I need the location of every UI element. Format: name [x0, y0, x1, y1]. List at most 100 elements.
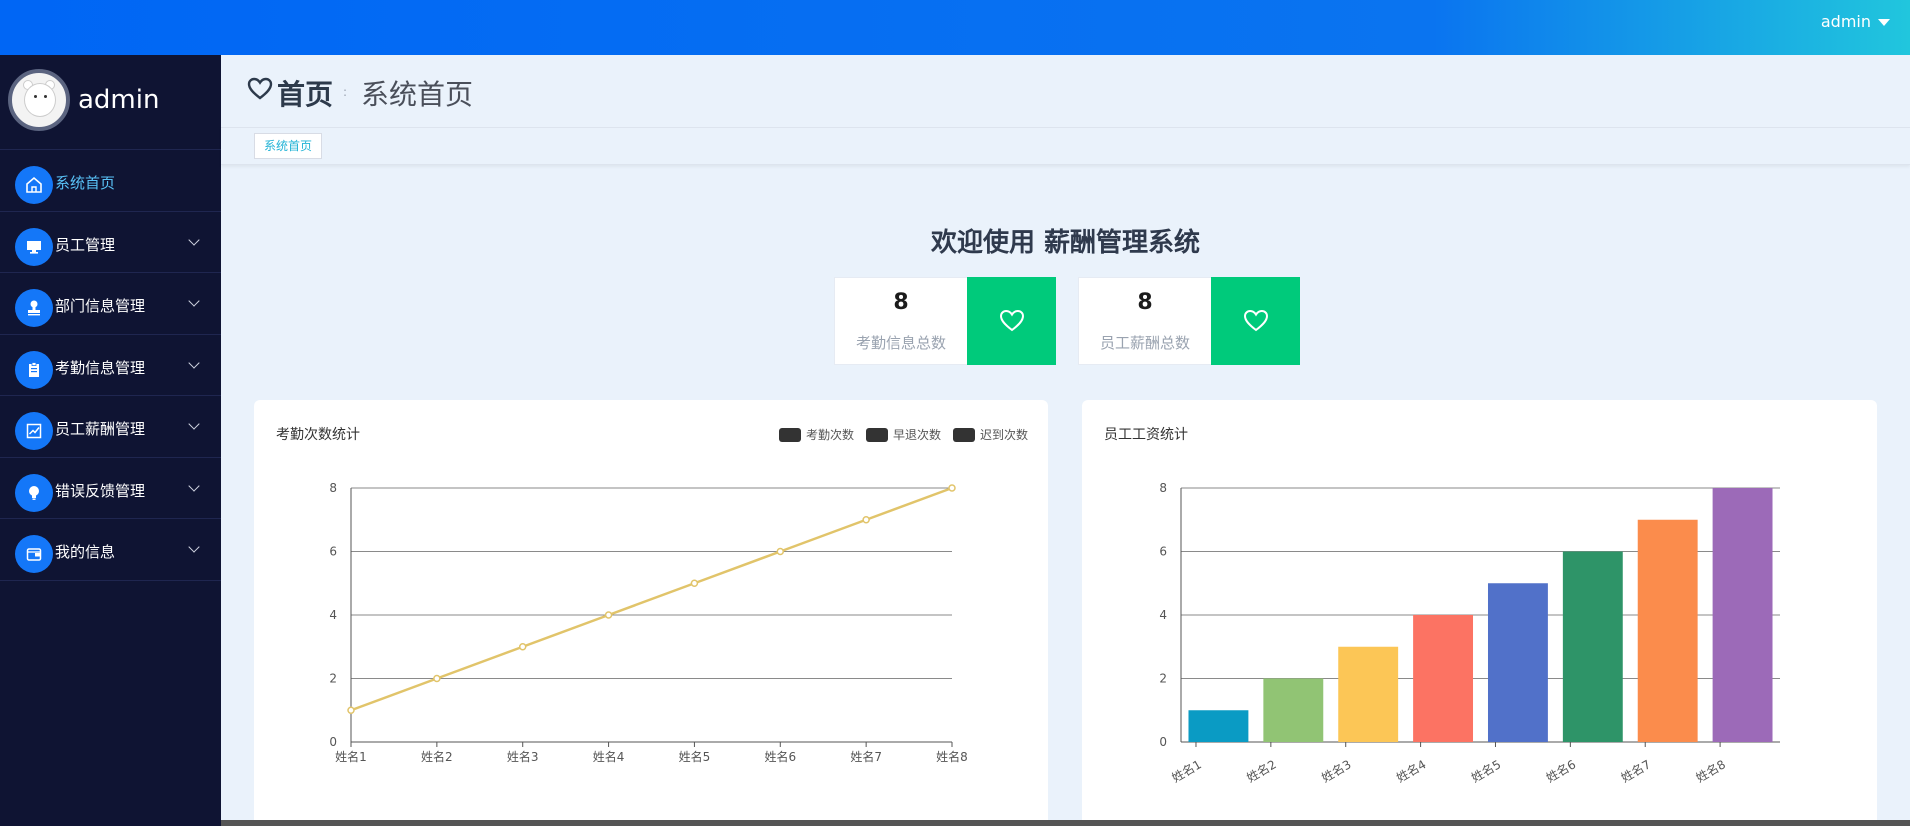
sidebar-item-label: 错误反馈管理: [55, 481, 146, 500]
sidebar-item-label: 系统首页: [55, 174, 116, 192]
bear-eye-icon: [34, 95, 37, 98]
x-tick-label: 姓名4: [1394, 756, 1429, 785]
page-header: 首页 : 系统首页: [221, 55, 1910, 127]
sidebar-item-salary[interactable]: 员工薪酬管理: [0, 396, 221, 458]
salary-chart-panel: 员工工资统计 0 2 4 6 8 姓名1 姓名2 姓名3 姓名4 姓名5 姓名6 姓名7 姓名8: [1082, 400, 1877, 826]
data-point: [862, 516, 870, 524]
y-tick-label: 6: [329, 545, 337, 559]
y-tick-label: 4: [329, 608, 337, 622]
x-tick-label: 姓名8: [1693, 756, 1728, 785]
data-point: [347, 706, 355, 714]
data-point: [690, 579, 699, 587]
y-tick-label: 0: [329, 735, 337, 749]
profile-block: admin: [0, 55, 221, 150]
breadcrumb-separator: :: [343, 85, 348, 99]
series-line: [350, 486, 953, 712]
y-tick-label: 2: [329, 672, 337, 686]
user-menu-dropdown[interactable]: admin: [1821, 12, 1890, 31]
x-tick-label: 姓名5: [1468, 756, 1503, 785]
x-tick-label: 姓名3: [507, 749, 539, 764]
y-tick-label: 4: [1159, 608, 1167, 622]
x-tick-label: 姓名3: [1319, 756, 1354, 785]
horizontal-scrollbar[interactable]: [221, 820, 1910, 826]
sidebar-item-departments[interactable]: 部门信息管理: [0, 273, 221, 335]
stat-value: 8: [1137, 290, 1153, 315]
y-tick-label: 8: [329, 481, 337, 495]
tags-view: 系统首页: [221, 127, 1910, 165]
y-tick-label: 8: [1159, 481, 1167, 495]
user-menu-label: admin: [1820, 12, 1871, 31]
x-tick-label: 姓名8: [936, 749, 968, 764]
clipboard-icon: [15, 350, 53, 389]
stamp-icon: [15, 289, 53, 327]
bar: [1188, 710, 1249, 742]
x-tick-label: 姓名2: [421, 749, 453, 764]
x-tick-label: 姓名5: [679, 749, 711, 764]
bar: [1712, 488, 1773, 742]
x-tick-label: 姓名7: [850, 749, 882, 764]
attendance-chart-panel: 考勤次数统计 考勤次数 早退次数 迟到次数 0 2 4 6 8 姓名1 姓名2 姓名3 姓名4 姓…: [254, 400, 1048, 826]
chevron-down-icon: [188, 233, 200, 246]
stat-label: 员工薪酬总数: [1099, 334, 1190, 352]
bar: [1263, 678, 1324, 742]
data-point: [948, 484, 956, 492]
monitor-icon: [15, 227, 53, 266]
sidebar-item-attendance[interactable]: 考勤信息管理: [0, 335, 221, 396]
chevron-down-icon: [188, 418, 200, 430]
profile-name: admin: [78, 85, 160, 115]
data-point: [433, 674, 441, 683]
stat-heart-button[interactable]: [1211, 277, 1300, 365]
bar: [1637, 519, 1698, 742]
x-tick-label: 姓名6: [1543, 756, 1578, 785]
chevron-down-icon: [188, 295, 200, 307]
y-tick-label: 0: [1159, 735, 1167, 749]
bulb-icon: [15, 473, 53, 512]
sidebar-item-label: 部门信息管理: [55, 297, 146, 315]
x-tick-label: 姓名4: [593, 749, 625, 764]
bear-eye-icon: [44, 95, 47, 98]
stat-card-attendance: 8 考勤信息总数: [834, 277, 1056, 365]
sidebar-item-label: 我的信息: [55, 543, 116, 561]
sidebar-item-label: 员工管理: [55, 235, 116, 254]
x-tick-label: 姓名6: [764, 749, 796, 764]
stat-label: 考勤信息总数: [855, 334, 946, 352]
chevron-down-icon: [188, 356, 200, 369]
top-bar: admin: [0, 0, 1910, 55]
bar: [1338, 646, 1399, 742]
bar: [1487, 583, 1548, 742]
sidebar-item-feedback[interactable]: 错误反馈管理: [0, 458, 221, 519]
x-tick-label: 姓名7: [1618, 756, 1653, 785]
data-point: [518, 643, 527, 651]
sidebar: admin 系统首页 员工管理 部门信息管理 考勤信息管理 员工薪酬管理 错误反…: [0, 55, 221, 826]
home-icon: [15, 166, 53, 204]
bar: [1562, 551, 1623, 742]
wallet-icon: [15, 535, 53, 573]
heart-icon: [999, 309, 1024, 332]
bar-chart: 0 2 4 6 8 姓名1 姓名2 姓名3 姓名4 姓名5 姓名6 姓名7 姓名8: [1159, 481, 1780, 785]
line-chart: 0 2 4 6 8 姓名1 姓名2 姓名3 姓名4 姓名5 姓名6 姓名7 姓名8: [329, 481, 968, 764]
x-tick-label: 姓名1: [1169, 756, 1204, 785]
page-title: 首页: [277, 78, 334, 111]
caret-down-icon: [1878, 19, 1890, 26]
sidebar-item-employees[interactable]: 员工管理: [0, 212, 221, 273]
stat-card-salary: 8 员工薪酬总数: [1078, 277, 1300, 365]
y-tick-label: 2: [1159, 672, 1167, 686]
sidebar-item-my-info[interactable]: 我的信息: [0, 519, 221, 581]
heart-icon: [1243, 309, 1268, 332]
chart-icon: [15, 412, 53, 450]
x-tick-label: 姓名2: [1244, 756, 1279, 785]
chevron-down-icon: [188, 479, 200, 492]
heart-icon: [247, 77, 273, 105]
welcome-title: 欢迎使用 薪酬管理系统: [930, 228, 1201, 258]
avatar: [8, 69, 70, 131]
chevron-down-icon: [188, 541, 200, 553]
tag-home[interactable]: 系统首页: [254, 133, 323, 159]
data-point: [604, 611, 613, 619]
stat-heart-button[interactable]: [967, 277, 1056, 365]
stat-value: 8: [893, 290, 909, 315]
bear-face-icon: [24, 83, 56, 117]
sidebar-item-home[interactable]: 系统首页: [0, 150, 221, 212]
sidebar-item-label: 考勤信息管理: [55, 358, 146, 377]
x-tick-label: 姓名1: [335, 749, 367, 764]
y-tick-label: 6: [1159, 545, 1167, 559]
